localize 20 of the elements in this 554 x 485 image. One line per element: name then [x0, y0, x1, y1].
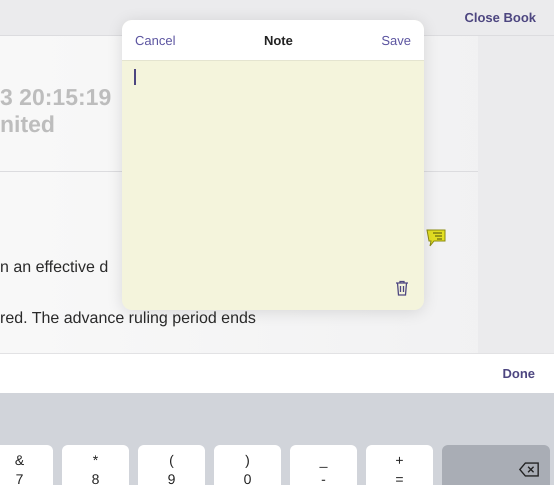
keyboard-key[interactable]: + =: [366, 445, 433, 485]
backspace-icon: [518, 461, 540, 478]
keyboard-key[interactable]: * 8: [62, 445, 129, 485]
paragraph-text: n an effective d: [0, 258, 108, 278]
text-cursor: [134, 69, 136, 85]
timestamp-text: 3 20:15:19: [0, 84, 112, 111]
note-icon[interactable]: [425, 228, 447, 248]
save-button[interactable]: Save: [381, 32, 411, 48]
keyboard-key[interactable]: _ -: [290, 445, 357, 485]
dialog-title: Note: [264, 32, 293, 48]
done-button[interactable]: Done: [502, 366, 535, 381]
status-text: nited: [0, 111, 55, 138]
backspace-key[interactable]: [442, 445, 550, 485]
cancel-button[interactable]: Cancel: [135, 32, 176, 48]
close-book-button[interactable]: Close Book: [464, 10, 536, 25]
keyboard-key[interactable]: ( 9: [138, 445, 205, 485]
paragraph-text: red. The advance ruling period ends: [0, 309, 256, 329]
keyboard-key[interactable]: & 7: [0, 445, 53, 485]
trash-icon[interactable]: [395, 280, 409, 296]
keyboard-key[interactable]: ) 0: [214, 445, 281, 485]
